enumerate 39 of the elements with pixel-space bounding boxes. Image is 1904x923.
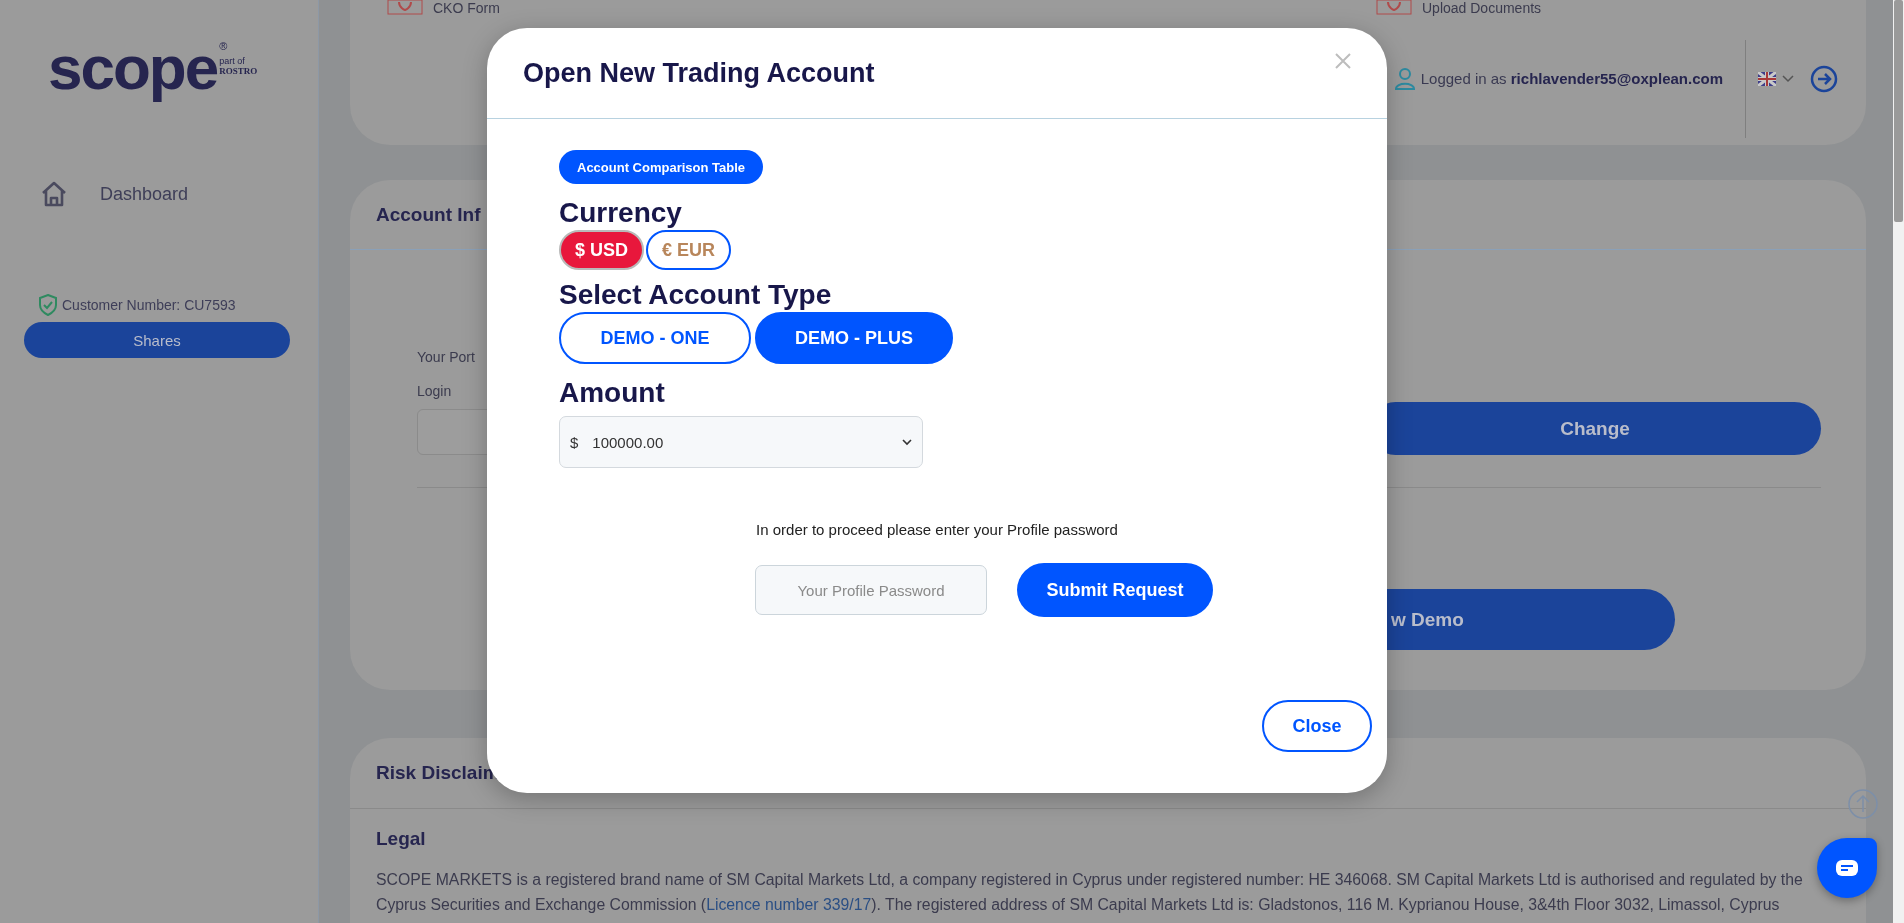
- upload-documents-link[interactable]: Upload Documents: [1422, 1, 1542, 15]
- currency-heading: Currency: [559, 198, 683, 228]
- amount-heading: Amount: [559, 378, 666, 408]
- section-title: Account Inf: [376, 203, 481, 226]
- submit-request-button[interactable]: Submit Request: [1017, 563, 1213, 617]
- currency-option[interactable]: $ USD: [559, 230, 644, 270]
- chat-icon: [1835, 859, 1859, 877]
- comparison-table-button[interactable]: Account Comparison Table: [559, 150, 764, 184]
- legal-heading: Legal: [376, 828, 427, 850]
- licence-link[interactable]: Licence number 339/17: [706, 896, 872, 913]
- portfolio-label: Your Port: [417, 349, 475, 365]
- form-link[interactable]: CKO Form: [433, 1, 500, 15]
- logo-parent-name: ROSTRO: [219, 66, 258, 76]
- account-type-option[interactable]: DEMO - PLUS: [755, 312, 953, 364]
- registered-mark: ®: [219, 40, 229, 52]
- account-type-heading: Select Account Type: [559, 280, 833, 310]
- password-prompt: In order to proceed please enter your Profile password: [755, 521, 1119, 538]
- chevron-down-icon: [1782, 74, 1794, 83]
- close-button[interactable]: Close: [1262, 700, 1372, 752]
- account-type-option[interactable]: DEMO - ONE: [559, 312, 751, 364]
- account-button[interactable]: Shares: [24, 322, 290, 358]
- chevron-down-icon: [902, 438, 912, 446]
- form-document-icon: [387, 0, 423, 16]
- logout-icon[interactable]: [1810, 64, 1838, 93]
- login-label: Login: [417, 383, 452, 399]
- currency-option[interactable]: € EUR: [646, 230, 732, 270]
- logo-tagline: part of: [219, 56, 246, 66]
- shield-check-icon: [38, 294, 58, 316]
- scrollbar-thumb[interactable]: [1894, 0, 1903, 222]
- user-icon: [1394, 67, 1415, 90]
- password-field[interactable]: Your Profile Password: [755, 565, 987, 615]
- flag-icon: [1758, 71, 1776, 86]
- modal-title: Open New Trading Account: [523, 57, 875, 89]
- home-icon: [40, 180, 68, 208]
- logged-in-user: Logged in as richlavender55@oxplean.com: [1420, 70, 1723, 87]
- nav-link[interactable]: Dashboard: [100, 183, 189, 205]
- customer-number: Customer Number: CU7593: [62, 297, 236, 313]
- amount-select[interactable]: $ 100000.00: [559, 416, 923, 468]
- upload-document-icon: [1376, 0, 1412, 16]
